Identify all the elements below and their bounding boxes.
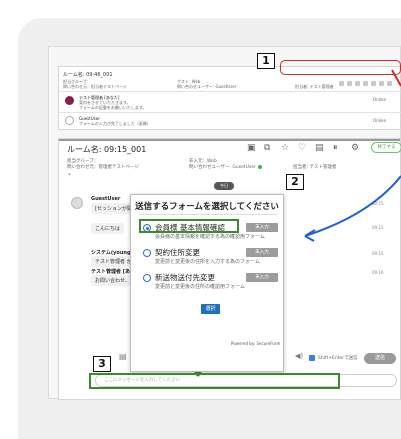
option3-desc: 変更前と変更後の住所の確認用フォーム — [155, 284, 245, 290]
option2-label[interactable]: 契約住所変更 — [155, 247, 200, 258]
dialog-divider — [139, 214, 277, 215]
input-highlight — [89, 373, 340, 389]
option1-status-badge: 未入力 — [246, 223, 278, 232]
option3-status-badge: 未入力 — [246, 273, 278, 282]
option1-desc: 会員様の基本情報を確認する為の確認用フォーム — [155, 234, 265, 240]
select-button[interactable]: 選択 — [201, 304, 220, 314]
option3-radio[interactable] — [143, 274, 151, 282]
blue-arrowhead — [304, 229, 316, 242]
option2-desc: 変更前と変更後の住所を入力する為のフォーム — [155, 259, 260, 265]
powered-by: Powered by: SecureForm — [231, 341, 281, 346]
option2-radio[interactable] — [143, 249, 151, 257]
dialog-title: 送信するフォームを選択してください — [135, 202, 279, 212]
blue-arrow — [304, 175, 401, 237]
option2-status-badge: 未入力 — [246, 248, 278, 257]
option1-highlight — [139, 219, 239, 233]
option3-label[interactable]: 新送物送付先変更 — [155, 272, 215, 283]
red-arrow — [391, 69, 401, 87]
